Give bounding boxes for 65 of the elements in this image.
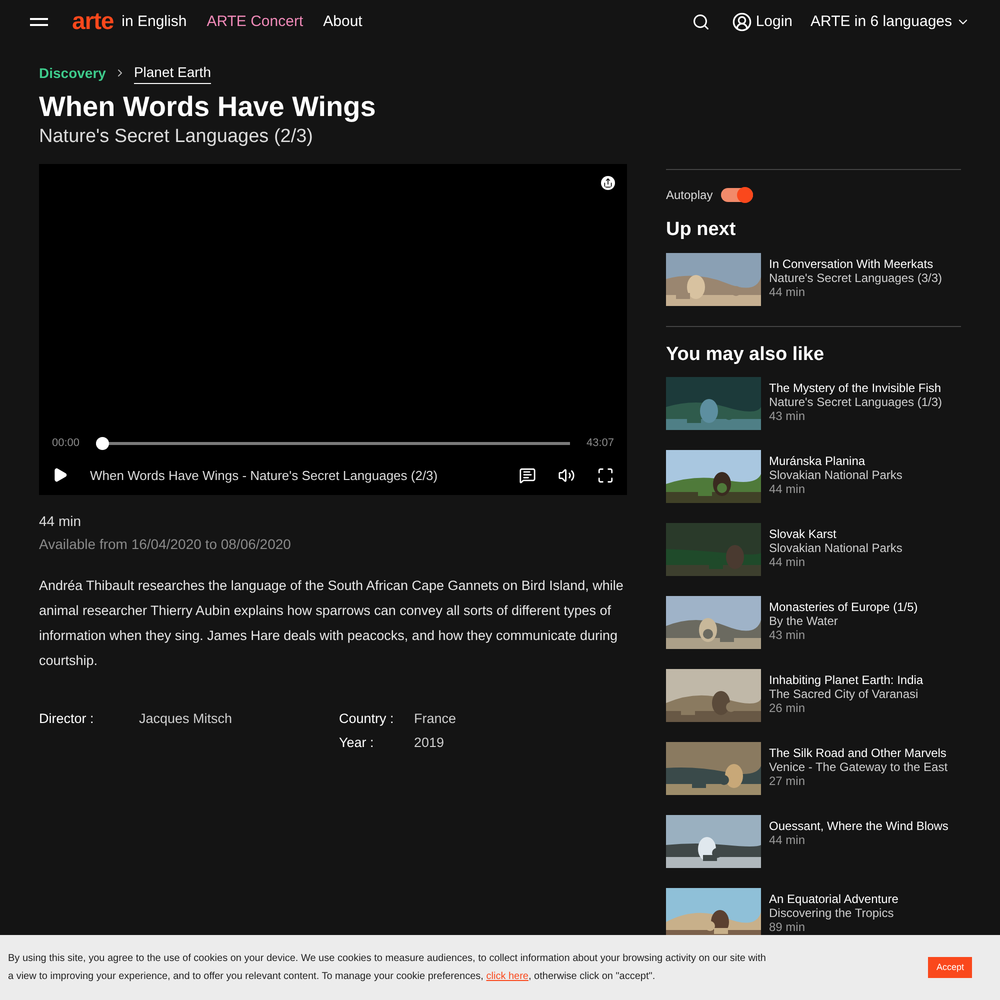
video-title[interactable]: An Equatorial Adventure bbox=[769, 892, 898, 906]
video-title[interactable]: Muránska Planina bbox=[769, 454, 902, 468]
video-duration: 27 min bbox=[769, 774, 806, 788]
progress-track[interactable] bbox=[96, 436, 570, 450]
share-icon[interactable] bbox=[601, 176, 615, 190]
fact-value: 2019 bbox=[414, 734, 444, 752]
nav-link[interactable]: ARTE Concert bbox=[206, 10, 304, 34]
video-duration: 44 min bbox=[769, 482, 806, 496]
total-time: 43:07 bbox=[586, 436, 614, 451]
video-duration: 44 min bbox=[769, 555, 806, 569]
progress-thumb[interactable] bbox=[96, 436, 109, 450]
video-title[interactable]: Inhabiting Planet Earth: India bbox=[769, 673, 924, 687]
video-title[interactable]: Monasteries of Europe (1/5) bbox=[769, 600, 918, 614]
autoplay-toggle[interactable] bbox=[720, 188, 753, 202]
menu-icon[interactable] bbox=[30, 18, 48, 26]
video-duration: 43 min bbox=[769, 409, 806, 423]
language-menu[interactable]: ARTE in 6 languages bbox=[810, 10, 970, 34]
video-subtitle: The Sacred City of Varanasi bbox=[769, 687, 920, 701]
fact-label: Year : bbox=[339, 734, 375, 752]
login-button[interactable]: Login bbox=[732, 10, 793, 34]
search-icon[interactable] bbox=[692, 13, 710, 31]
player-caption: When Words Have Wings - Nature's Secret Languages (2/3) bbox=[90, 466, 438, 485]
video-duration: 44 min bbox=[769, 284, 806, 298]
nav-link[interactable]: About bbox=[323, 10, 362, 34]
logo[interactable]: arte bbox=[72, 10, 114, 34]
volume-icon[interactable] bbox=[558, 466, 575, 484]
video-subtitle: By the Water bbox=[769, 614, 839, 628]
video-player[interactable]: 00:00 43:07 When Words Have Wings - Nature's Secret Languages (2/3) bbox=[39, 164, 627, 495]
video-title[interactable]: In Conversation With Meerkats bbox=[769, 256, 942, 270]
video-duration: 44 min bbox=[769, 833, 806, 847]
user-icon bbox=[732, 12, 752, 32]
video-title[interactable]: Slovak Karst bbox=[769, 527, 902, 541]
edition-label: in English bbox=[122, 12, 187, 32]
video-subtitle: Slovakian National Parks bbox=[769, 468, 902, 482]
video-subtitle: Discovering the Tropics bbox=[769, 906, 895, 920]
video-subtitle: Nature's Secret Languages (3/3) bbox=[769, 270, 942, 284]
page-subtitle: Nature's Secret Languages (2/3) bbox=[39, 125, 314, 149]
video-title[interactable]: The Silk Road and Other Marvels bbox=[769, 746, 948, 760]
breadcrumb-link[interactable]: Planet Earth bbox=[134, 62, 211, 84]
page-title: When Words Have Wings bbox=[39, 90, 377, 124]
credit-value: Jacques Mitsch bbox=[139, 710, 232, 728]
fact-label: Country : bbox=[339, 710, 395, 728]
description-text: Andréa Thibault researches the language of the South African Cape Gannets on Bird Island, while animal researcher Thierry Aubin explains how sparrows can convey all sorts of different types of information when they sing. James Hare deals with peacocks, and how they communicate during courtship. bbox=[39, 577, 624, 670]
video-title[interactable]: The Mystery of the Invisible Fish bbox=[769, 381, 942, 395]
accept-button[interactable]: Accept bbox=[928, 956, 972, 978]
elapsed-time: 00:00 bbox=[52, 436, 80, 451]
fact-value: France bbox=[414, 710, 456, 728]
video-subtitle: Nature's Secret Languages (1/3) bbox=[769, 395, 942, 409]
cookie-notice: By using this site, you agree to the use of cookies on your device. We use cookies to measure audiences, to collect information about your browsing activity on our site with a view to improving your experience, and to offer you relevant content. To manage your cookie preferences, click here, otherwise click on "accept". bbox=[8, 952, 767, 984]
video-subtitle: Slovakian National Parks bbox=[769, 541, 902, 555]
video-duration: 89 min bbox=[769, 920, 806, 934]
autoplay-label: Autoplay bbox=[666, 187, 713, 204]
section-heading: Up next bbox=[666, 218, 737, 242]
video-duration: 43 min bbox=[769, 628, 806, 642]
credit-label: Director : bbox=[39, 710, 95, 728]
subtitles-icon[interactable] bbox=[519, 466, 536, 484]
fullscreen-icon[interactable] bbox=[597, 466, 614, 484]
video-subtitle: Venice - The Gateway to the East bbox=[769, 760, 948, 774]
episode-duration: 44 min bbox=[39, 512, 82, 531]
video-duration: 26 min bbox=[769, 701, 806, 715]
availability-text: Available from 16/04/2020 to 08/06/2020 bbox=[39, 535, 292, 554]
play-icon[interactable] bbox=[52, 467, 68, 484]
video-title[interactable]: Ouessant, Where the Wind Blows bbox=[769, 819, 948, 833]
section-heading: You may also like bbox=[666, 342, 826, 366]
breadcrumb-link[interactable]: Discovery bbox=[39, 62, 106, 84]
